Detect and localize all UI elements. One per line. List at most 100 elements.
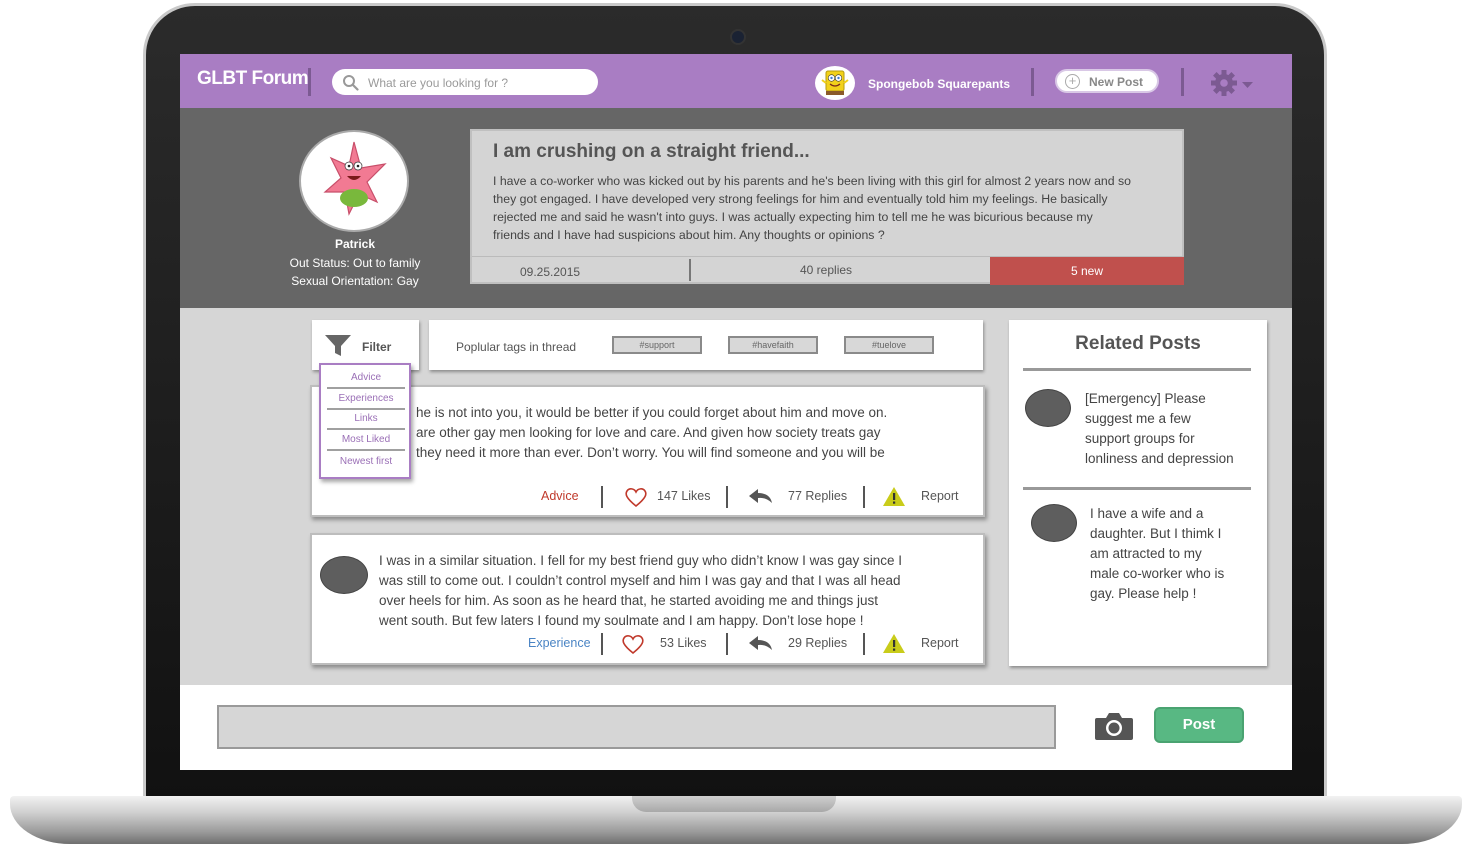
filter-option-advice[interactable]: Advice: [327, 369, 405, 389]
popular-tags-bar: Poplular tags in thread #support #havefa…: [429, 320, 983, 370]
reply-text-line: over heels for him. As soon as he heard …: [379, 593, 879, 608]
reply-avatar[interactable]: [320, 556, 368, 594]
related-posts-panel: Related Posts [Emergency] Please suggest…: [1009, 320, 1267, 666]
tag-chip[interactable]: #havefaith: [728, 336, 818, 354]
filter-option-experiences[interactable]: Experiences: [327, 390, 405, 410]
thread-body: I have a co-worker who was kicked out by…: [493, 174, 1132, 242]
divider: [689, 259, 691, 281]
divider: [1023, 487, 1251, 490]
laptop-notch: [632, 796, 836, 812]
related-post-line: support groups for: [1085, 431, 1195, 446]
related-post-line: gay. Please help !: [1090, 586, 1197, 601]
thread-replies-count[interactable]: 40 replies: [800, 263, 852, 277]
heart-icon[interactable]: [624, 486, 648, 508]
app-screen: GLBT Forum Spongebob Squarepants: [180, 54, 1292, 770]
divider: [601, 633, 603, 655]
top-bar: GLBT Forum Spongebob Squarepants: [180, 54, 1292, 108]
reply-likes: 53 Likes: [660, 636, 707, 650]
thread-footer: 09.25.2015 40 replies 5 new: [472, 256, 1184, 285]
divider: [863, 486, 865, 508]
filter-label: Filter: [362, 340, 392, 354]
patrick-avatar-icon: [323, 141, 387, 216]
related-post-item[interactable]: [Emergency] Please suggest me a few supp…: [1085, 389, 1234, 469]
related-posts-title: Related Posts: [1075, 333, 1201, 354]
related-post-line: lonliness and depression: [1085, 451, 1234, 466]
reply-text-line: they need it more than ever. Don’t worry…: [416, 445, 885, 460]
report-button[interactable]: Report: [921, 489, 959, 503]
popular-tags-label: Poplular tags in thread: [456, 340, 577, 354]
warning-icon[interactable]: [882, 633, 906, 654]
profile-orientation: Sexual Orientation: Gay: [291, 274, 419, 288]
reply-input[interactable]: [217, 705, 1056, 749]
reply-arrow-icon[interactable]: [748, 486, 774, 506]
related-post-line: suggest me a few: [1085, 411, 1191, 426]
reply-replies[interactable]: 77 Replies: [788, 489, 847, 503]
camera-icon[interactable]: [1093, 710, 1135, 742]
new-post-label: New Post: [1089, 75, 1144, 89]
user-avatar[interactable]: [815, 66, 855, 100]
divider: [1023, 368, 1251, 371]
chevron-down-icon: [1242, 82, 1253, 88]
divider: [863, 633, 865, 655]
reply-likes: 147 Likes: [657, 489, 711, 503]
filter-dropdown: Advice Experiences Links Most Liked Newe…: [319, 363, 411, 479]
profile-out-status: Out Status: Out to family: [289, 256, 421, 270]
settings-gear-icon[interactable]: [1210, 70, 1256, 98]
username[interactable]: Spongebob Squarepants: [868, 77, 1010, 91]
thread-header: Patrick Out Status: Out to family Sexual…: [180, 108, 1292, 308]
plus-icon: +: [1065, 74, 1080, 89]
related-post-item[interactable]: I have a wife and a daughter. But I thim…: [1090, 504, 1224, 604]
search-box[interactable]: [332, 69, 598, 95]
reply-text-line: went south. But few laters I found my so…: [379, 613, 864, 628]
filter-option-most-liked[interactable]: Most Liked: [327, 431, 405, 451]
new-replies-badge[interactable]: 5 new: [990, 257, 1184, 285]
thread-title: I am crushing on a straight friend...: [493, 141, 810, 162]
divider: [726, 633, 728, 655]
filter-option-links[interactable]: Links: [327, 410, 405, 430]
reply-text: he is not into you, it would be better i…: [416, 403, 887, 463]
divider: [601, 486, 603, 508]
divider: [726, 486, 728, 508]
filter-funnel-icon: [325, 335, 351, 356]
reply-actions: Experience 53 Likes 29 Replies Report: [312, 633, 983, 655]
reply-replies[interactable]: 29 Replies: [788, 636, 847, 650]
new-post-button[interactable]: + New Post: [1055, 69, 1159, 93]
tag-chip[interactable]: #support: [612, 336, 702, 354]
reply-text-line: was still to come out. I couldn’t contro…: [379, 573, 901, 588]
brand-logo[interactable]: GLBT Forum: [197, 68, 309, 90]
related-post-line: daughter. But I thimk I: [1090, 526, 1222, 541]
reply-text-line: he is not into you, it would be better i…: [416, 405, 888, 420]
spongebob-avatar-icon: [821, 70, 849, 95]
tag-chip[interactable]: #tuelove: [844, 336, 934, 354]
filter-option-newest-first[interactable]: Newest first: [327, 453, 405, 473]
report-button[interactable]: Report: [921, 636, 959, 650]
divider: [1181, 68, 1184, 96]
warning-icon[interactable]: [882, 486, 906, 507]
heart-icon[interactable]: [621, 633, 645, 655]
related-post-line: am attracted to my: [1090, 546, 1202, 561]
thread-card: I am crushing on a straight friend... I …: [470, 129, 1184, 285]
webcam: [730, 29, 746, 45]
reply-text: I was in a similar situation. I fell for…: [379, 551, 902, 631]
divider: [1031, 68, 1034, 96]
related-post-line: I have a wife and a: [1090, 506, 1204, 521]
reply-category[interactable]: Experience: [528, 636, 591, 650]
post-button[interactable]: Post: [1154, 707, 1244, 743]
reply-composer: Post: [180, 685, 1292, 770]
search-input[interactable]: [366, 72, 590, 94]
reply-category[interactable]: Advice: [541, 489, 579, 503]
reply-text-line: are other gay men looking for love and c…: [416, 425, 881, 440]
thread-date: 09.25.2015: [520, 265, 581, 279]
reply-card: I was in a similar situation. I fell for…: [310, 533, 985, 665]
related-post-line: male co-worker who is: [1090, 566, 1225, 581]
reply-arrow-icon[interactable]: [748, 633, 774, 653]
reply-actions: Advice 147 Likes 77 Replies Report: [312, 486, 983, 508]
related-post-avatar[interactable]: [1025, 389, 1071, 427]
reply-text-line: I was in a similar situation. I fell for…: [379, 553, 902, 568]
profile-avatar[interactable]: [299, 130, 409, 232]
profile-name[interactable]: Patrick: [280, 237, 430, 251]
search-icon: [343, 75, 359, 91]
divider: [308, 68, 311, 96]
related-post-line: [Emergency] Please: [1085, 391, 1206, 406]
related-post-avatar[interactable]: [1031, 504, 1077, 542]
